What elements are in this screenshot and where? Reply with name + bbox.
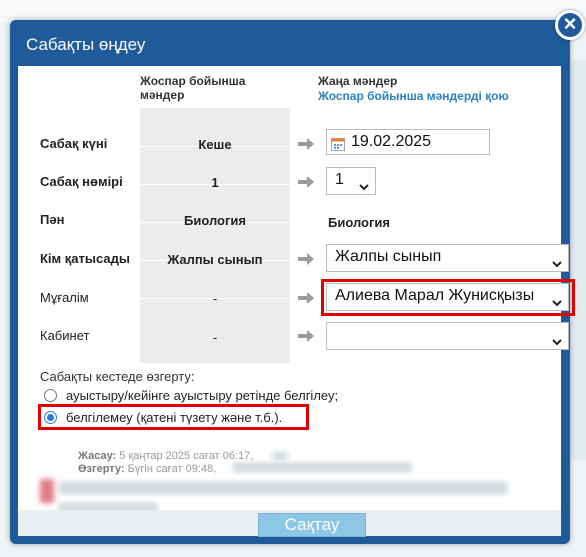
restore-plan-values-link[interactable]: Жоспар бойынша мәндерді қою (318, 89, 509, 103)
subject-value: Биология (328, 215, 390, 230)
mark-as-substitution-label[interactable]: ауыстыру/кейінге ауыстыру ретінде белгіл… (66, 388, 338, 403)
do-not-mark-highlight-box (38, 404, 309, 430)
plan-number-value: 1 (211, 175, 219, 190)
modified-info: Өзгерту: Бүгін сағат 09:48, (78, 463, 216, 475)
dialog-header: Сабақты өңдеу (10, 20, 570, 58)
plan-attendees-value: Жалпы сынып (167, 252, 263, 267)
chevron-down-icon (359, 176, 369, 191)
lesson-date-input[interactable]: 19.02.2025 (326, 129, 490, 155)
copy-arrow-icon[interactable] (298, 292, 314, 304)
chevron-down-icon (552, 253, 562, 268)
background-strip (0, 0, 586, 22)
copy-arrow-icon[interactable] (298, 176, 314, 188)
copy-arrow-icon[interactable] (298, 138, 314, 150)
new-values-header: Жаңа мәндер (318, 74, 398, 88)
dialog-title: Сабақты өңдеу (26, 35, 146, 54)
attendees-select[interactable]: Жалпы сынып (326, 244, 569, 272)
created-label: Жасау: (78, 450, 117, 462)
room-select[interactable] (326, 322, 569, 350)
edit-lesson-dialog: Сабақты өңдеу × Жоспар бойынша мәндер Жа… (10, 10, 585, 544)
room-label: Кабинет (40, 328, 90, 343)
redacted-warning-icon (40, 479, 54, 503)
chevron-down-icon (552, 331, 562, 346)
modified-label: Өзгерту: (78, 463, 125, 475)
plan-subject-value: Биология (184, 213, 246, 228)
calendar-icon[interactable] (331, 135, 345, 151)
plan-values-header: Жоспар бойынша мәндер (140, 74, 246, 102)
dialog-footer: Сақтау (18, 510, 561, 537)
modified-value: Бүгін сағат 09:48, (127, 463, 217, 475)
redacted-author (272, 451, 288, 461)
attendees-label: Кім қатысады (40, 251, 130, 266)
copy-arrow-icon[interactable] (298, 330, 314, 342)
lesson-date-label: Сабақ күні (40, 136, 108, 151)
schedule-change-label: Сабақты кестеде өзгерту: (40, 369, 195, 384)
plan-date-value: Кеше (198, 137, 232, 152)
subject-label: Пән (40, 212, 65, 227)
teacher-highlight-box (321, 279, 575, 316)
lesson-date-value: 19.02.2025 (351, 133, 432, 150)
lesson-number-select[interactable]: 1 (326, 167, 376, 195)
lesson-number-label: Сабақ нөмірі (40, 174, 123, 189)
radio-mark-as-substitution[interactable] (44, 389, 57, 402)
teacher-label: Мұғалім (40, 290, 89, 305)
close-icon[interactable]: × (555, 10, 585, 40)
created-info: Жасау: 5 қаңтар 2025 сағат 06:17, (78, 450, 253, 462)
redacted-note-line-1 (58, 481, 508, 495)
created-value: 5 қаңтар 2025 сағат 06:17, (119, 450, 254, 462)
dialog-body: Жоспар бойынша мәндер Жаңа мәндер Жоспар… (18, 66, 575, 514)
redacted-editor (232, 462, 412, 473)
copy-arrow-icon[interactable] (298, 253, 314, 265)
plan-room-value: - (212, 330, 218, 345)
save-button[interactable]: Сақтау (258, 513, 366, 537)
plan-teacher-value: - (212, 291, 218, 306)
attendees-value: Жалпы сынып (335, 248, 442, 265)
lesson-number-value: 1 (335, 171, 344, 188)
